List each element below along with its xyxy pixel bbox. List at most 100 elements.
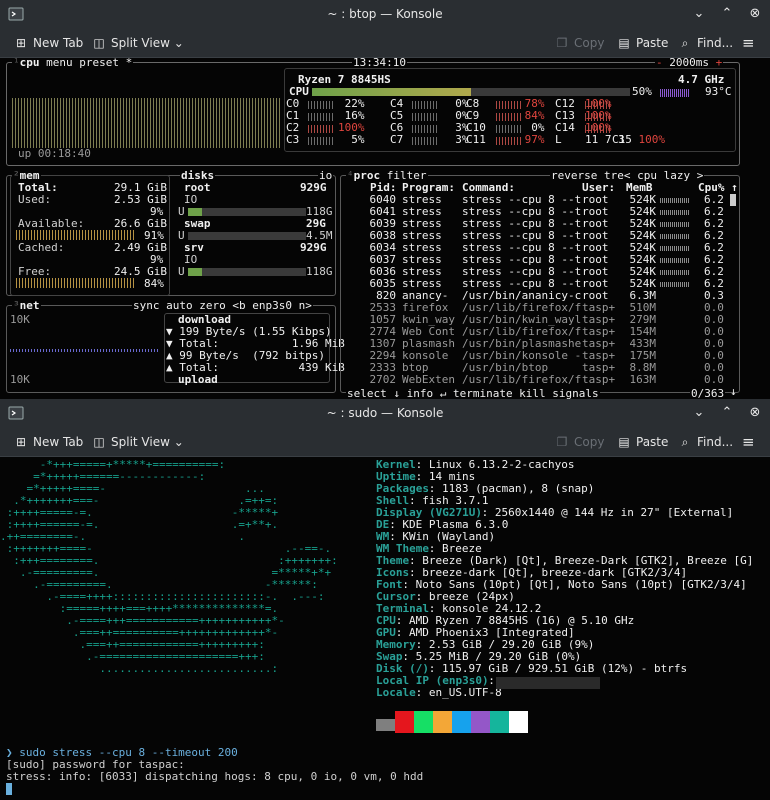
cpu-total-bar <box>312 88 630 96</box>
mem-avail-graph <box>16 230 136 240</box>
mem-free-label: Free: <box>18 265 52 278</box>
core-c9-graph <box>496 113 522 121</box>
copy-label: Copy <box>574 435 605 449</box>
info-value: : en_US.UTF-8 <box>415 686 502 699</box>
net-graph <box>10 349 160 352</box>
core-c10-graph <box>496 125 522 133</box>
chevron-down-icon: ⌄ <box>173 435 184 449</box>
mem-cached-label: Cached: <box>18 241 65 254</box>
terminal-btop[interactable]: ¹cpu menu preset * 13:34:10 - 2000ms + u… <box>0 58 770 399</box>
copy-icon: ❐ <box>556 36 568 50</box>
core-c7-label: C7 <box>390 133 404 146</box>
hamburger-menu-icon[interactable]: ≡ <box>742 433 755 451</box>
find-button[interactable]: ⌕ Find... <box>678 433 733 451</box>
split-view-label: Split View <box>111 36 170 50</box>
core-c15: C15 100% <box>612 133 665 146</box>
proc-cell: 163M <box>629 373 657 386</box>
split-view-icon: ◫ <box>93 435 105 449</box>
maximize-icon[interactable]: ⌃ <box>720 399 734 427</box>
net-scale-top: 10K <box>10 313 30 326</box>
konsole-icon <box>8 406 24 420</box>
copy-icon: ❐ <box>556 435 568 449</box>
core-c6-graph <box>412 125 438 133</box>
core-c7-graph <box>412 137 438 145</box>
mem-free-graph <box>16 278 136 288</box>
search-icon: ⌕ <box>681 36 689 50</box>
new-tab-button[interactable]: ⊞ New Tab <box>14 433 83 451</box>
split-view-label: Split View <box>111 435 170 449</box>
toolbar: ⊞ New Tab ◫ Split View ⌄ ❐ Copy ▤ Paste ⌕ Fin… <box>0 28 770 58</box>
proc-cell: WebExten <box>402 373 455 386</box>
minimize-icon[interactable]: ⌄ <box>692 0 706 28</box>
mem-used-label: Used: <box>18 193 52 206</box>
konsole-window-btop: ~ : btop — Konsole ⌄ ⌃ ⊗ ⊞ New Tab ◫ Split V… <box>0 0 770 399</box>
proc-scroll-down-icon[interactable]: ↓ <box>730 386 737 398</box>
konsole-icon <box>8 7 24 21</box>
core-c14-graph <box>585 125 611 133</box>
disk-srv-used: 118G <box>306 265 333 278</box>
net-scale-bottom: 10K <box>10 373 30 386</box>
core-c12-graph <box>585 101 611 109</box>
paste-icon: ▤ <box>618 435 630 449</box>
maximize-icon[interactable]: ⌃ <box>720 0 734 28</box>
core-c5-graph <box>412 113 438 121</box>
konsole-window-sudo: ~ : sudo — Konsole ⌄ ⌃ ⊗ ⊞ New Tab ◫ Split V… <box>0 399 770 800</box>
net-upload-label: upload <box>178 373 218 386</box>
core-c13-graph <box>585 113 611 121</box>
new-tab-label: New Tab <box>33 435 84 449</box>
copy-button[interactable]: ❐ Copy <box>555 433 605 451</box>
ip-redacted <box>496 677 600 689</box>
core-c11-label: C11 <box>466 133 486 146</box>
disk-root-io: IO <box>184 193 198 206</box>
copy-button[interactable]: ❐ Copy <box>555 34 605 52</box>
new-tab-icon: ⊞ <box>15 435 27 449</box>
proc-cpu-graph <box>660 198 690 203</box>
search-icon: ⌕ <box>681 435 689 449</box>
proc-scrollbar[interactable] <box>730 194 736 206</box>
find-button[interactable]: ⌕ Find... <box>678 34 733 52</box>
split-view-button[interactable]: ◫ Split View ⌄ <box>92 433 184 451</box>
temp-graph <box>660 89 690 97</box>
disk-root-bar <box>188 208 306 216</box>
core-c1-graph <box>308 113 334 121</box>
close-icon[interactable]: ⊗ <box>748 399 762 427</box>
logo-line: ..........................: <box>0 662 279 675</box>
net-controls[interactable]: sync auto zero <b enp3s0 n> <box>132 300 313 312</box>
core-c7-value: 3% <box>442 133 469 146</box>
cursor <box>6 783 12 795</box>
paste-button[interactable]: ▤ Paste <box>617 433 668 451</box>
cpu-temp: 93°C <box>705 85 732 98</box>
color-swatch <box>452 711 471 733</box>
uptime: up 00:18:40 <box>18 147 91 160</box>
disk-swap-label: swap <box>184 217 211 230</box>
cpu-header[interactable]: ¹cpu menu preset * <box>12 58 134 69</box>
new-tab-button[interactable]: ⊞ New Tab <box>14 34 83 52</box>
core-c2-graph <box>308 125 334 133</box>
stress-output: stress: info: [6033] dispatching hogs: 8… <box>6 770 424 783</box>
color-swatch <box>490 711 509 733</box>
close-icon[interactable]: ⊗ <box>748 0 762 28</box>
net-header: ³net <box>12 299 41 312</box>
titlebar[interactable]: ~ : btop — Konsole ⌄ ⌃ ⊗ <box>0 0 770 28</box>
core-c4-graph <box>412 101 438 109</box>
paste-icon: ▤ <box>618 36 630 50</box>
disk-srv-bar <box>188 268 306 276</box>
split-view-button[interactable]: ◫ Split View ⌄ <box>92 34 183 52</box>
cpu-total-pct: 50% <box>632 85 652 98</box>
core-c11-graph <box>496 137 522 145</box>
color-swatch <box>433 711 452 733</box>
paste-button[interactable]: ▤ Paste <box>617 34 668 52</box>
core-c8-graph <box>496 101 522 109</box>
proc-cpu-graph <box>660 210 690 215</box>
hamburger-menu-icon[interactable]: ≡ <box>742 34 755 52</box>
proc-count: 0/363 <box>690 387 726 399</box>
minimize-icon[interactable]: ⌄ <box>692 399 706 427</box>
proc-footer[interactable]: select ↓ info ↵ terminate kill signals <box>346 388 600 399</box>
color-swatch <box>414 711 433 733</box>
cpu-model: Ryzen 7 8845HS <box>298 73 391 86</box>
proc-cpu-graph <box>660 234 690 239</box>
terminal-sudo[interactable]: -*+++=====+*****+==========: =*+++++====… <box>0 457 770 800</box>
titlebar[interactable]: ~ : sudo — Konsole ⌄ ⌃ ⊗ <box>0 399 770 427</box>
disk-srv-io: IO <box>184 253 198 266</box>
find-label: Find... <box>697 36 734 50</box>
